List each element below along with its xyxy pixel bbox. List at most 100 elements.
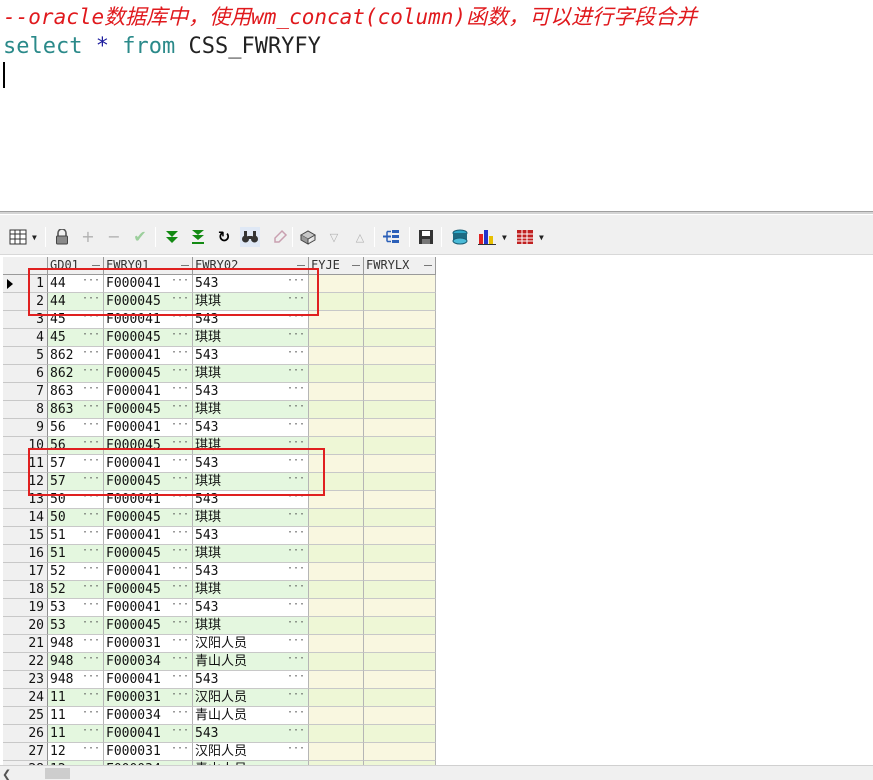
cell-gd01[interactable]: 11 ··· [48, 725, 104, 743]
cell-fwrylx[interactable] [364, 653, 436, 671]
cell-fwrylx[interactable] [364, 275, 436, 293]
cell-editor-ellipsis-icon[interactable]: ··· [287, 689, 305, 703]
cell-editor-ellipsis-icon[interactable]: ··· [171, 653, 189, 667]
cell-fwrylx[interactable] [364, 599, 436, 617]
cell-gd01[interactable]: 53 ··· [48, 599, 104, 617]
cell-fwry01[interactable]: F000045 ··· [104, 617, 193, 635]
cell-fyje[interactable] [309, 401, 364, 419]
filter-down-icon[interactable]: ▽ [324, 227, 344, 247]
cell-editor-ellipsis-icon[interactable]: ··· [171, 473, 189, 487]
cell-editor-ellipsis-icon[interactable]: ··· [82, 275, 100, 289]
cell-fwrylx[interactable] [364, 383, 436, 401]
cell-fyje[interactable] [309, 293, 364, 311]
cell-gd01[interactable]: 53 ··· [48, 617, 104, 635]
cell-editor-ellipsis-icon[interactable]: ··· [171, 527, 189, 541]
cell-fwry01[interactable]: F000045 ··· [104, 509, 193, 527]
cell-editor-ellipsis-icon[interactable]: ··· [287, 365, 305, 379]
cell-editor-ellipsis-icon[interactable]: ··· [287, 509, 305, 523]
cell-editor-ellipsis-icon[interactable]: ··· [82, 617, 100, 631]
cell-editor-ellipsis-icon[interactable]: ··· [82, 491, 100, 505]
cell-fwry02[interactable]: 543 ··· [193, 419, 309, 437]
cell-fwry02[interactable]: 琪琪 ··· [193, 293, 309, 311]
cell-fwry01[interactable]: F000045 ··· [104, 473, 193, 491]
cell-fyje[interactable] [309, 671, 364, 689]
cell-editor-ellipsis-icon[interactable]: ··· [287, 617, 305, 631]
cell-editor-ellipsis-icon[interactable]: ··· [171, 455, 189, 469]
cell-fyje[interactable] [309, 383, 364, 401]
cell-gd01[interactable]: 11 ··· [48, 707, 104, 725]
cell-fwry01[interactable]: F000041 ··· [104, 671, 193, 689]
cell-fyje[interactable] [309, 563, 364, 581]
export-icon[interactable] [298, 227, 318, 247]
cell-fwrylx[interactable] [364, 617, 436, 635]
cell-gd01[interactable]: 45 ··· [48, 311, 104, 329]
cell-gd01[interactable]: 948 ··· [48, 671, 104, 689]
cell-fyje[interactable] [309, 707, 364, 725]
cell-editor-ellipsis-icon[interactable]: ··· [287, 725, 305, 739]
cell-editor-ellipsis-icon[interactable]: ··· [82, 509, 100, 523]
cell-fyje[interactable] [309, 419, 364, 437]
cell-fwry02[interactable]: 琪琪 ··· [193, 581, 309, 599]
cell-gd01[interactable]: 52 ··· [48, 563, 104, 581]
cell-fwrylx[interactable] [364, 707, 436, 725]
cell-gd01[interactable]: 52 ··· [48, 581, 104, 599]
cell-editor-ellipsis-icon[interactable]: ··· [287, 635, 305, 649]
column-header-fwry01[interactable]: FWRY01 [104, 257, 193, 275]
cell-gd01[interactable]: 50 ··· [48, 491, 104, 509]
cell-gd01[interactable]: 948 ··· [48, 653, 104, 671]
cell-fwry01[interactable]: F000045 ··· [104, 329, 193, 347]
cell-fwry02[interactable]: 543 ··· [193, 455, 309, 473]
cell-fwry02[interactable]: 543 ··· [193, 599, 309, 617]
cell-editor-ellipsis-icon[interactable]: ··· [82, 563, 100, 577]
cell-editor-ellipsis-icon[interactable]: ··· [287, 527, 305, 541]
cell-fwry02[interactable]: 琪琪 ··· [193, 329, 309, 347]
cell-fwrylx[interactable] [364, 473, 436, 491]
horizontal-scrollbar[interactable]: ❮ [0, 765, 873, 780]
cell-fwrylx[interactable] [364, 563, 436, 581]
cell-editor-ellipsis-icon[interactable]: ··· [82, 653, 100, 667]
chart-icon[interactable] [477, 227, 497, 247]
cell-fwry02[interactable]: 543 ··· [193, 347, 309, 365]
cell-editor-ellipsis-icon[interactable]: ··· [287, 437, 305, 451]
cell-fwry01[interactable]: F000034 ··· [104, 707, 193, 725]
cell-fwrylx[interactable] [364, 581, 436, 599]
cell-fyje[interactable] [309, 581, 364, 599]
cell-fwry02[interactable]: 汉阳人员 ··· [193, 635, 309, 653]
cell-fwry01[interactable]: F000031 ··· [104, 689, 193, 707]
cell-fyje[interactable] [309, 635, 364, 653]
cell-fwry01[interactable]: F000031 ··· [104, 743, 193, 761]
cell-fyje[interactable] [309, 455, 364, 473]
cell-editor-ellipsis-icon[interactable]: ··· [287, 743, 305, 757]
cell-fwry02[interactable]: 青山人员 ··· [193, 653, 309, 671]
column-sort-icon[interactable] [424, 265, 432, 266]
grid-options-icon[interactable] [8, 227, 28, 247]
cell-editor-ellipsis-icon[interactable]: ··· [287, 293, 305, 307]
cell-gd01[interactable]: 11 ··· [48, 689, 104, 707]
cell-editor-ellipsis-icon[interactable]: ··· [171, 689, 189, 703]
cell-editor-ellipsis-icon[interactable]: ··· [82, 671, 100, 685]
cell-editor-ellipsis-icon[interactable]: ··· [171, 365, 189, 379]
cell-editor-ellipsis-icon[interactable]: ··· [171, 671, 189, 685]
cell-editor-ellipsis-icon[interactable]: ··· [171, 491, 189, 505]
cell-fwry02[interactable]: 543 ··· [193, 311, 309, 329]
cell-gd01[interactable]: 50 ··· [48, 509, 104, 527]
cell-editor-ellipsis-icon[interactable]: ··· [171, 509, 189, 523]
cell-editor-ellipsis-icon[interactable]: ··· [171, 581, 189, 595]
cell-fwry02[interactable]: 琪琪 ··· [193, 401, 309, 419]
cell-fwrylx[interactable] [364, 671, 436, 689]
cell-editor-ellipsis-icon[interactable]: ··· [82, 635, 100, 649]
cell-gd01[interactable]: 56 ··· [48, 437, 104, 455]
cell-editor-ellipsis-icon[interactable]: ··· [82, 419, 100, 433]
cell-editor-ellipsis-icon[interactable]: ··· [287, 563, 305, 577]
cell-editor-ellipsis-icon[interactable]: ··· [82, 329, 100, 343]
column-sort-icon[interactable] [352, 265, 360, 266]
cell-gd01[interactable]: 51 ··· [48, 527, 104, 545]
cell-fwry01[interactable]: F000041 ··· [104, 455, 193, 473]
cell-fwry01[interactable]: F000031 ··· [104, 635, 193, 653]
cell-editor-ellipsis-icon[interactable]: ··· [82, 581, 100, 595]
cell-fwry01[interactable]: F000041 ··· [104, 383, 193, 401]
cell-fwry02[interactable]: 543 ··· [193, 671, 309, 689]
cell-editor-ellipsis-icon[interactable]: ··· [82, 725, 100, 739]
cell-fwry01[interactable]: F000041 ··· [104, 347, 193, 365]
cell-editor-ellipsis-icon[interactable]: ··· [287, 653, 305, 667]
